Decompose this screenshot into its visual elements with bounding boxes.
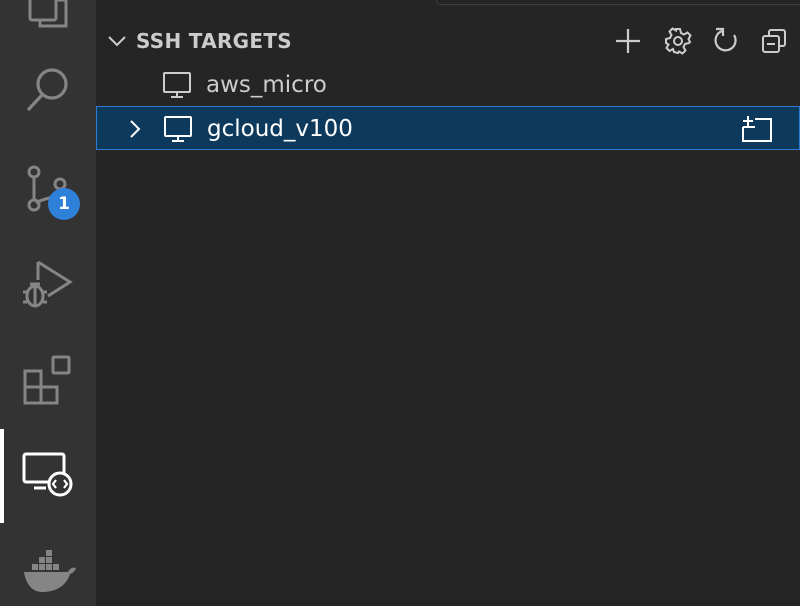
activity-search[interactable]: [0, 42, 96, 138]
ssh-target-gcloud-v100[interactable]: gcloud_v100: [96, 106, 800, 150]
debug-icon: [23, 260, 73, 308]
section-header-ssh-targets[interactable]: SSH TARGETS: [96, 20, 800, 62]
refresh-button[interactable]: [710, 25, 742, 57]
activity-source-control[interactable]: [0, 140, 96, 236]
section-title: SSH TARGETS: [136, 29, 293, 53]
gear-icon: [665, 27, 692, 55]
target-label: aws_micro: [206, 72, 327, 98]
chevron-down-icon[interactable]: [106, 30, 128, 52]
target-label: gcloud_v100: [207, 116, 353, 142]
sidebar: SSH TARGETS aws_micro gcloud_v100: [96, 0, 800, 606]
collapse-all-button[interactable]: [758, 25, 790, 57]
activity-extensions[interactable]: [0, 332, 96, 428]
collapse-all-icon: [762, 29, 786, 53]
configure-button[interactable]: [662, 25, 694, 57]
ssh-target-aws-micro[interactable]: aws_micro: [96, 63, 800, 107]
extensions-icon: [23, 355, 71, 405]
source-control-badge: 1: [48, 188, 80, 220]
connect-new-window-button[interactable]: [737, 113, 777, 145]
vscode-window: 1 SSH TARGETS aws_micro gcloud_v100: [0, 0, 800, 606]
copy-icon: [28, 0, 68, 28]
plus-icon: [616, 29, 640, 53]
add-new-button[interactable]: [612, 25, 644, 57]
search-icon: [26, 68, 68, 112]
remote-explorer-icon: [22, 452, 73, 497]
activity-docker[interactable]: [0, 524, 96, 606]
activity-run-and-debug[interactable]: [0, 236, 96, 332]
activity-remote-explorer[interactable]: [0, 428, 96, 524]
new-window-icon: [742, 116, 772, 142]
monitor-icon: [164, 116, 192, 142]
top-input-edge: [436, 0, 800, 5]
monitor-icon: [163, 72, 191, 98]
activity-bar: 1: [0, 0, 96, 606]
chevron-right-icon[interactable]: [125, 118, 145, 140]
docker-icon: [24, 550, 76, 592]
refresh-icon: [714, 27, 737, 52]
